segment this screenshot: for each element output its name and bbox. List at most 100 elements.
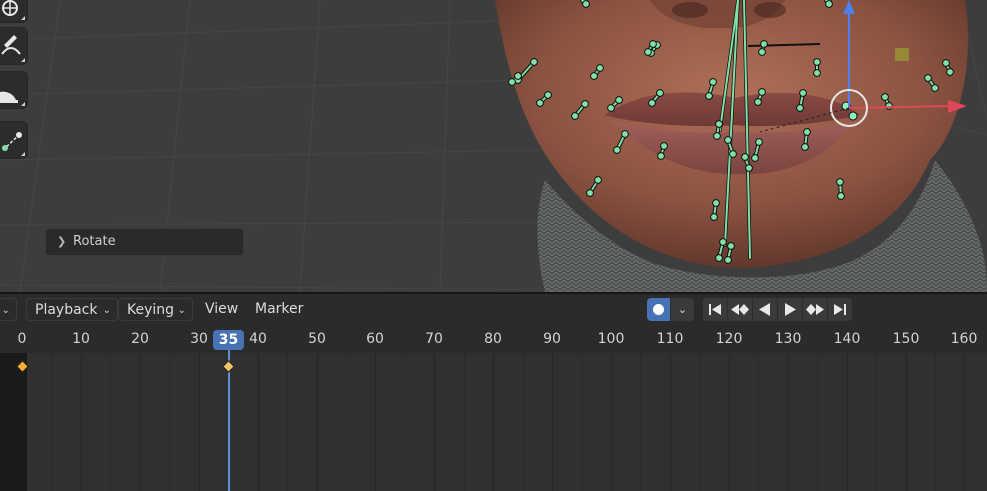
active-bone-joint bbox=[848, 111, 858, 121]
bone-joint bbox=[741, 153, 749, 161]
chevron-right-icon: ❯ bbox=[57, 235, 67, 248]
subgridline bbox=[523, 353, 524, 491]
gridline bbox=[729, 353, 730, 491]
ruler-label: 0 bbox=[17, 331, 27, 347]
ruler-label: 80 bbox=[484, 331, 502, 347]
ruler-label: 40 bbox=[249, 331, 267, 347]
bone-joint bbox=[590, 72, 598, 80]
bone-joint bbox=[931, 84, 939, 92]
auto-keying-options-button[interactable]: ⌄ bbox=[671, 298, 694, 321]
keying-label: Keying bbox=[127, 302, 175, 318]
record-icon bbox=[653, 304, 664, 315]
bone-joint bbox=[581, 100, 589, 108]
annotate-tool-button[interactable] bbox=[0, 28, 27, 64]
play-reverse-button[interactable] bbox=[753, 298, 777, 321]
gridline bbox=[670, 353, 671, 491]
ruler-label: 90 bbox=[543, 331, 561, 347]
view-menu[interactable]: View bbox=[197, 298, 238, 321]
gridline bbox=[434, 353, 435, 491]
prev-keyframe-button[interactable] bbox=[728, 298, 752, 321]
next-keyframe-button[interactable] bbox=[803, 298, 827, 321]
subgridline bbox=[582, 353, 583, 491]
subgridline bbox=[169, 353, 170, 491]
last-operator-panel[interactable]: ❯ Rotate bbox=[45, 228, 244, 256]
bone-joint bbox=[710, 213, 718, 221]
bone-joint bbox=[571, 112, 579, 120]
bone-joint bbox=[836, 178, 844, 186]
ruler-label: 140 bbox=[833, 331, 861, 347]
jump-to-end-button[interactable] bbox=[828, 298, 852, 321]
3d-viewport[interactable]: ❯ Rotate bbox=[0, 0, 987, 292]
bone-joint bbox=[813, 58, 821, 66]
ruler-label: 50 bbox=[308, 331, 326, 347]
gridline bbox=[199, 353, 200, 491]
bone-joint bbox=[715, 254, 723, 262]
bone-joint bbox=[715, 120, 723, 128]
ruler-label: 20 bbox=[131, 331, 149, 347]
bone-joint bbox=[713, 132, 721, 140]
bone-joint bbox=[924, 74, 932, 82]
bone-joint bbox=[837, 192, 845, 200]
chevron-down-icon: ⌄ bbox=[677, 303, 688, 316]
bone-joint bbox=[644, 48, 652, 56]
ruler-label: 60 bbox=[366, 331, 384, 347]
bone-joint bbox=[796, 104, 804, 112]
marker-menu[interactable]: Marker bbox=[247, 298, 303, 321]
gridline bbox=[552, 353, 553, 491]
gridline bbox=[964, 353, 965, 491]
current-frame-indicator[interactable]: 35 bbox=[213, 330, 244, 350]
subgridline bbox=[699, 353, 700, 491]
bone-joint bbox=[615, 96, 623, 104]
gridline bbox=[847, 353, 848, 491]
bone-joint bbox=[724, 256, 732, 264]
subgridline bbox=[405, 353, 406, 491]
bone-joint bbox=[885, 102, 893, 110]
ruler-label: 130 bbox=[774, 331, 802, 347]
bone-joint bbox=[803, 128, 811, 136]
play-button[interactable] bbox=[778, 298, 802, 321]
jump-to-start-button[interactable] bbox=[703, 298, 727, 321]
bone-joint bbox=[825, 0, 833, 8]
subgridline bbox=[640, 353, 641, 491]
editor-type-dropdown[interactable]: ⌄ bbox=[0, 298, 17, 321]
bone-joint bbox=[881, 93, 889, 101]
bone-joint bbox=[508, 78, 516, 86]
chevron-down-icon: ⌄ bbox=[1, 305, 10, 316]
keying-menu[interactable]: Keying ⌄ bbox=[118, 298, 193, 321]
gridline bbox=[788, 353, 789, 491]
bone-joint bbox=[621, 130, 629, 138]
measure-tool-button[interactable] bbox=[0, 72, 27, 108]
bone-joint bbox=[660, 142, 668, 150]
next-keyframe-icon bbox=[806, 304, 824, 315]
gridline bbox=[81, 353, 82, 491]
bone-joint bbox=[758, 48, 766, 56]
curve-tool-button[interactable] bbox=[0, 122, 27, 158]
gridline bbox=[375, 353, 376, 491]
subgridline bbox=[935, 353, 936, 491]
bone-joint bbox=[801, 143, 809, 151]
ruler-label: 10 bbox=[72, 331, 90, 347]
subgridline bbox=[287, 353, 288, 491]
bone-joint bbox=[594, 176, 602, 184]
bone-joint bbox=[942, 59, 950, 67]
ruler-label: 100 bbox=[597, 331, 625, 347]
bone-joint bbox=[596, 64, 604, 72]
gridline bbox=[258, 353, 259, 491]
bone-joint bbox=[758, 88, 766, 96]
play-reverse-icon bbox=[759, 303, 770, 316]
ruler-label: 160 bbox=[950, 331, 978, 347]
subgridline bbox=[876, 353, 877, 491]
bone-joint bbox=[719, 238, 727, 246]
transform-tool-button[interactable] bbox=[0, 0, 27, 22]
bone-joint bbox=[729, 150, 737, 158]
gridline bbox=[317, 353, 318, 491]
subgridline bbox=[464, 353, 465, 491]
bone-joint bbox=[755, 138, 763, 146]
bone-joint bbox=[530, 58, 538, 66]
bone-joint bbox=[657, 152, 665, 160]
bone-joint bbox=[799, 89, 807, 97]
playback-menu[interactable]: Playback ⌄ bbox=[26, 298, 118, 321]
auto-keying-button[interactable] bbox=[647, 298, 670, 321]
last-operator-label: Rotate bbox=[73, 234, 116, 249]
bone-joint bbox=[705, 92, 713, 100]
